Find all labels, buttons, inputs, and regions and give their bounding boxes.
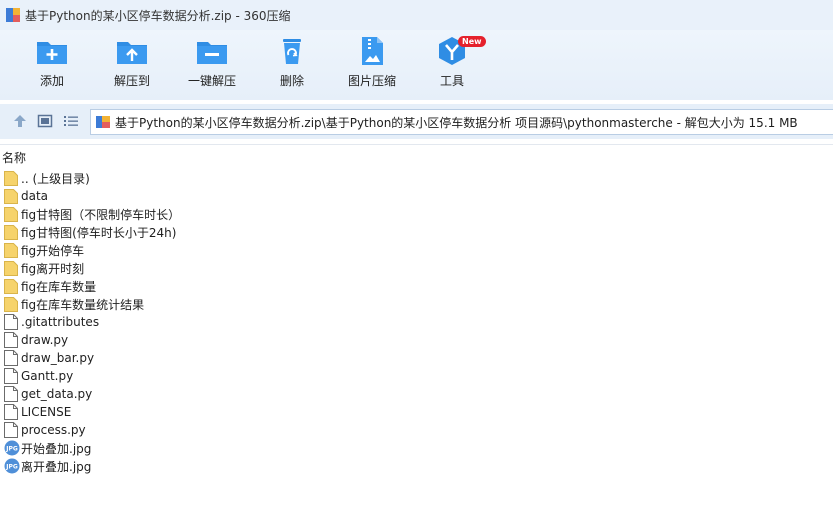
list-item-label: get_data.py (21, 387, 93, 401)
image-compress-button[interactable]: 图片压缩 (340, 36, 404, 89)
list-item[interactable]: fig在库车数量统计结果 (4, 295, 180, 313)
thumbnail-view-icon[interactable] (37, 113, 53, 129)
file-list: 名称 .. (上级目录) data fig甘特图（不限制停车时长） fig甘特图(停车… (0, 144, 833, 531)
folder-icon (4, 278, 18, 294)
folder-icon (4, 206, 18, 222)
folder-icon (4, 242, 18, 258)
list-item-label: data (21, 189, 49, 203)
up-arrow-icon[interactable] (12, 113, 28, 129)
new-badge: New (458, 36, 486, 47)
list-view-icon[interactable] (63, 113, 79, 129)
list-item-label: fig开始停车 (21, 243, 85, 258)
add-label: 添加 (39, 74, 64, 88)
extract-to-icon (117, 42, 147, 64)
delete-button[interactable]: 删除 (260, 36, 324, 89)
address-bar: 基于Python的某小区停车数据分析.zip\基于Python的某小区停车数据分… (0, 104, 833, 139)
file-icon (4, 404, 18, 420)
svg-text:JPG: JPG (5, 446, 18, 453)
window-title: 基于Python的某小区停车数据分析.zip - 360压缩 (25, 8, 291, 23)
list-item[interactable]: .gitattributes (4, 313, 180, 331)
list-item-label: Gantt.py (21, 369, 74, 383)
file-icon (4, 332, 18, 348)
list-item-label: fig在库车数量统计结果 (21, 297, 145, 312)
column-header-name[interactable]: 名称 (2, 149, 26, 166)
list-item[interactable]: LICENSE (4, 403, 180, 421)
one-click-extract-label: 一键解压 (187, 74, 236, 88)
folder-icon (4, 170, 18, 186)
toolbar: 添加 解压到 一键解压 删除 图片压缩 New 工具 (0, 30, 833, 100)
list-item-label: .gitattributes (21, 315, 100, 329)
list-item[interactable]: .. (上级目录) (4, 169, 180, 187)
add-folder-icon (37, 42, 67, 64)
image-file-icon: JPG (4, 440, 20, 456)
list-item[interactable]: Gantt.py (4, 367, 180, 385)
app-logo-icon (6, 8, 20, 22)
image-compress-label: 图片压缩 (347, 74, 396, 88)
one-click-extract-button[interactable]: 一键解压 (180, 36, 244, 89)
list-item[interactable]: process.py (4, 421, 180, 439)
extract-to-label: 解压到 (113, 74, 150, 88)
file-icon (4, 368, 18, 384)
list-item[interactable]: draw_bar.py (4, 349, 180, 367)
file-icon (4, 314, 18, 330)
list-item[interactable]: JPG 开始叠加.jpg (4, 439, 180, 457)
list-item-label: fig甘特图(停车时长小于24h) (21, 225, 177, 240)
recycle-bin-icon (283, 39, 301, 64)
tools-label: 工具 (439, 74, 464, 88)
list-item[interactable]: get_data.py (4, 385, 180, 403)
extract-to-button[interactable]: 解压到 (100, 36, 164, 89)
list-item-label: 离开叠加.jpg (21, 459, 92, 474)
list-item[interactable]: fig在库车数量 (4, 277, 180, 295)
list-item-label: fig甘特图（不限制停车时长） (21, 207, 181, 222)
path-field[interactable]: 基于Python的某小区停车数据分析.zip\基于Python的某小区停车数据分… (90, 109, 833, 135)
list-item-label: draw.py (21, 333, 69, 347)
add-button[interactable]: 添加 (20, 36, 84, 89)
delete-label: 删除 (279, 74, 304, 88)
list-item[interactable]: fig甘特图(停车时长小于24h) (4, 223, 180, 241)
list-item-label: LICENSE (21, 405, 72, 419)
file-icon (4, 350, 18, 366)
archive-icon (95, 114, 111, 130)
folder-icon (4, 260, 18, 276)
file-icon (4, 386, 18, 402)
list-item[interactable]: JPG 离开叠加.jpg (4, 457, 180, 475)
list-item[interactable]: fig开始停车 (4, 241, 180, 259)
list-item[interactable]: fig离开时刻 (4, 259, 180, 277)
list-item-label: 开始叠加.jpg (21, 441, 92, 456)
folder-icon (4, 188, 18, 204)
folder-icon (4, 296, 18, 312)
list-item[interactable]: data (4, 187, 180, 205)
list-item-label: process.py (21, 423, 86, 437)
list-item-label: draw_bar.py (21, 351, 95, 365)
file-rows: .. (上级目录) data fig甘特图（不限制停车时长） fig甘特图(停车时长小… (4, 169, 180, 475)
list-item-label: .. (上级目录) (21, 171, 90, 186)
list-item-label: fig离开时刻 (21, 261, 85, 276)
svg-text:JPG: JPG (5, 464, 18, 471)
path-text: 基于Python的某小区停车数据分析.zip\基于Python的某小区停车数据分… (115, 115, 798, 130)
list-item[interactable]: draw.py (4, 331, 180, 349)
folder-icon (4, 224, 18, 240)
image-compress-icon (362, 37, 383, 65)
list-item[interactable]: fig甘特图（不限制停车时长） (4, 205, 180, 223)
list-item-label: fig在库车数量 (21, 279, 97, 294)
file-icon (4, 422, 18, 438)
title-bar: 基于Python的某小区停车数据分析.zip - 360压缩 (0, 0, 833, 30)
image-file-icon: JPG (4, 458, 20, 474)
tools-button[interactable]: New 工具 (420, 36, 486, 89)
one-click-extract-icon (197, 42, 227, 64)
